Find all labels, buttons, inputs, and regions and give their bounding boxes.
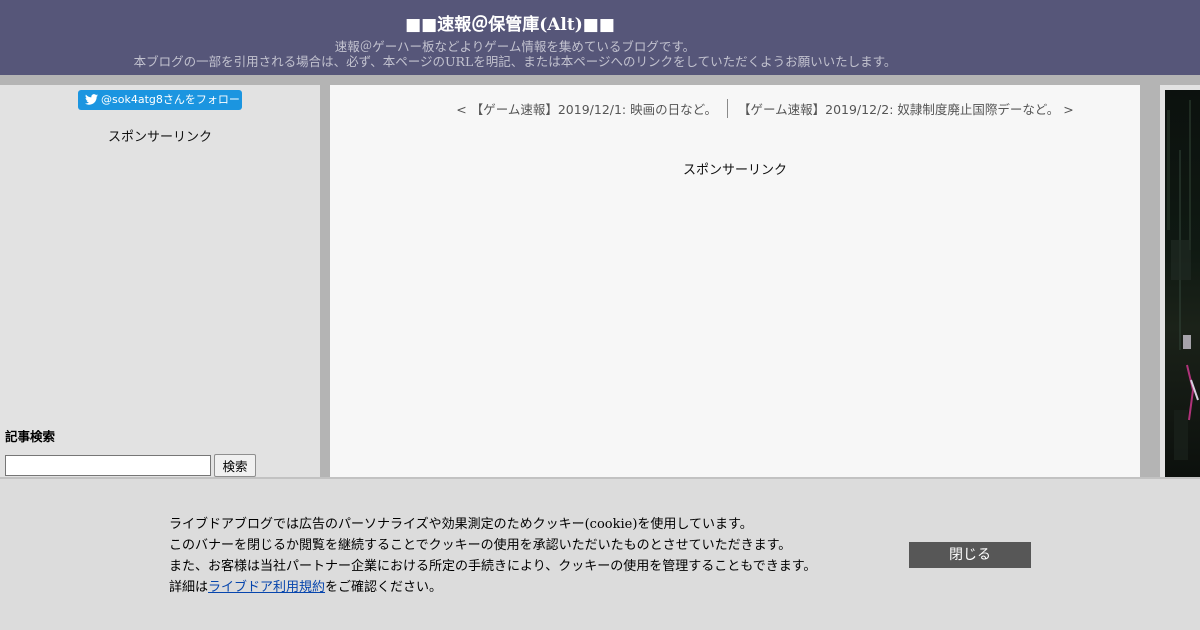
cookie-notice-prefix: 詳細は	[169, 580, 209, 595]
cookie-notice-line-3: また、お客様は当社パートナー企業における所定の手続きにより、クッキーの使用を管理…	[169, 559, 817, 574]
cookie-notice-line-2: このバナーを閉じるか閲覧を継続することでクッキーの使用を承認いただいたものとさせ…	[169, 538, 792, 553]
main-sponsor-label: スポンサーリンク	[682, 163, 787, 178]
site-header: ■■速報＠保管庫(Alt)■■ 速報＠ゲーハー板などよりゲーム情報を集めているブ…	[0, 0, 1200, 75]
twitter-bird-icon	[85, 94, 98, 105]
cookie-close-button[interactable]: 閉じる	[909, 542, 1031, 568]
left-sidebar: @sok4atg8さんをフォロー スポンサーリンク 記事検索 検索	[0, 85, 320, 485]
sidebar-sponsor-label: スポンサーリンク	[107, 130, 212, 145]
post-nav-divider	[727, 99, 728, 118]
main-content: < 【ゲーム速報】2019/12/1: 映画の日など。 【ゲーム速報】2019/…	[330, 85, 1140, 485]
cookie-banner: ライブドアブログでは広告のパーソナライズや効果測定のためクッキー(cookie)…	[0, 477, 1200, 630]
twitter-follow-label: @sok4atg8さんをフォロー	[101, 93, 240, 106]
site-description-line-1: 速報＠ゲーハー板などよりゲーム情報を集めているブログです。	[334, 39, 696, 54]
twitter-follow-button[interactable]: @sok4atg8さんをフォロー	[78, 90, 242, 110]
site-description: 速報＠ゲーハー板などよりゲーム情報を集めているブログです。 本ブログの一部を引用…	[0, 39, 1030, 69]
cookie-notice-line-4: 詳細はライブドア利用規約をご確認ください。	[169, 577, 816, 598]
banner-artwork	[1167, 100, 1199, 460]
site-title[interactable]: ■■速報＠保管庫(Alt)■■	[0, 10, 1020, 35]
right-ad-banner[interactable]	[1165, 90, 1200, 485]
cookie-notice-text: ライブドアブログでは広告のパーソナライズや効果測定のためクッキー(cookie)…	[169, 514, 816, 598]
cookie-notice-line-1: ライブドアブログでは広告のパーソナライズや効果測定のためクッキー(cookie)…	[169, 517, 753, 532]
terms-link[interactable]: ライブドア利用規約	[208, 580, 325, 595]
site-description-line-2: 本ブログの一部を引用される場合は、必ず、本ページのURLを明記、または本ページへ…	[133, 54, 897, 69]
search-title: 記事検索	[5, 429, 56, 444]
search-button[interactable]: 検索	[214, 454, 256, 477]
search-input[interactable]	[5, 455, 211, 476]
next-post-link[interactable]: 【ゲーム速報】2019/12/2: 奴隷制度廃止国際デーなど。 >	[738, 99, 1074, 118]
prev-post-link[interactable]: < 【ゲーム速報】2019/12/1: 映画の日など。	[456, 99, 717, 118]
cookie-notice-suffix: をご確認ください。	[325, 580, 443, 595]
